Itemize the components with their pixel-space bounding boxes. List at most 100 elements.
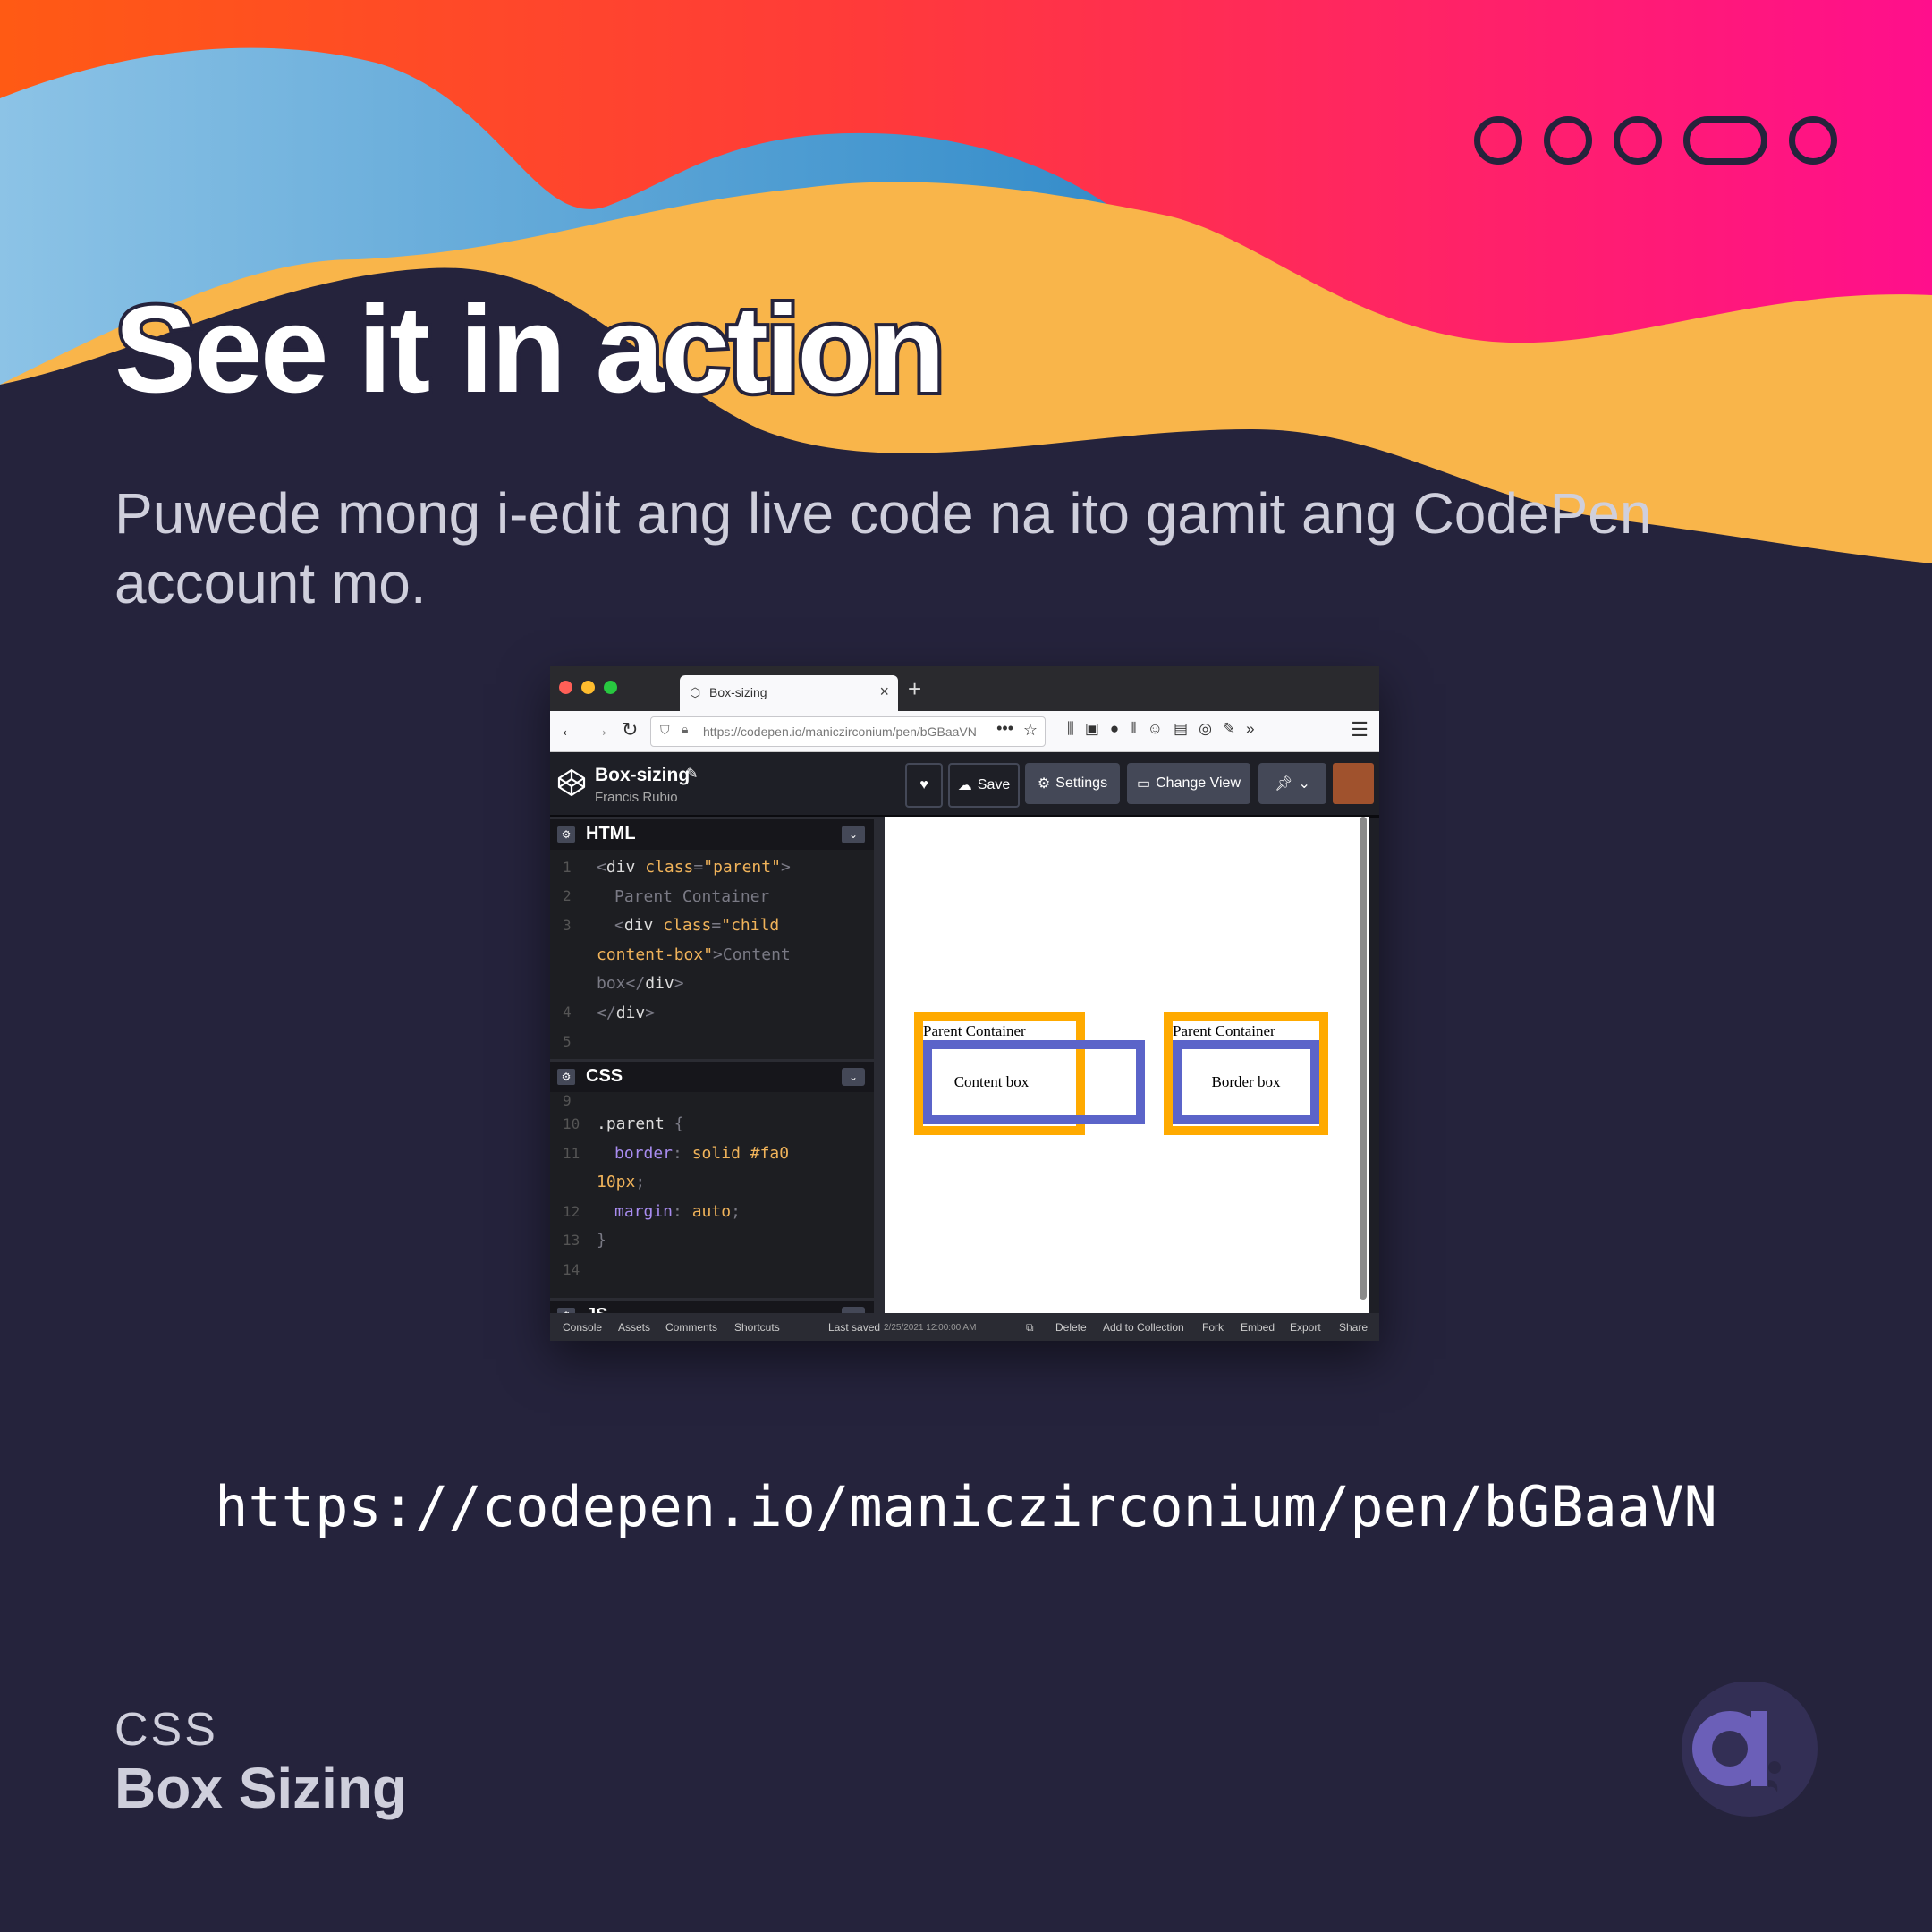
parent-label: Parent Container <box>1173 1022 1275 1039</box>
extension-icon[interactable]: ● <box>1110 720 1119 738</box>
parent-label: Parent Container <box>923 1022 1026 1039</box>
line-number: 2 <box>563 887 572 904</box>
css-code[interactable]: 9 10 11 12 13 14 .parent { border: solid… <box>550 1092 874 1298</box>
share-button[interactable]: Share <box>1339 1321 1368 1334</box>
reload-icon[interactable]: ↻ <box>622 718 638 741</box>
overflow-chevron-icon[interactable]: » <box>1246 720 1254 738</box>
settings-label: Settings <box>1055 775 1108 791</box>
result-preview[interactable]: Parent Container Content box Parent Cont… <box>885 817 1368 1313</box>
brand-logo-icon <box>1682 1682 1818 1817</box>
browser-tab[interactable]: ⬡ Box-sizing × <box>680 675 898 711</box>
line-number: 4 <box>563 1004 572 1021</box>
extension-icon[interactable]: ⦀ <box>1130 720 1136 738</box>
line-number: 12 <box>563 1203 580 1220</box>
slide-progress-dots <box>1474 116 1837 165</box>
open-external-icon[interactable]: ⧉ <box>1026 1321 1034 1335</box>
browser-tabbar: ⬡ Box-sizing × + <box>550 666 1379 711</box>
add-to-collection-button[interactable]: Add to Collection <box>1103 1321 1184 1334</box>
pen-title[interactable]: Box-sizing <box>595 765 690 786</box>
headline: See it in action <box>111 281 949 419</box>
child-label: Border box <box>1211 1073 1281 1090</box>
back-icon[interactable]: ← <box>559 718 579 741</box>
hamburger-menu-icon[interactable]: ☰ <box>1351 718 1368 741</box>
line-number: 10 <box>563 1115 580 1132</box>
tab-close-icon[interactable]: × <box>879 682 889 701</box>
console-button[interactable]: Console <box>563 1321 602 1334</box>
last-saved-time: 2/25/2021 12:00:00 AM <box>884 1323 977 1333</box>
line-number: 13 <box>563 1232 580 1249</box>
export-button[interactable]: Export <box>1290 1321 1321 1334</box>
new-tab-icon[interactable]: + <box>908 675 921 703</box>
subtext: Puwede mong i-edit ang live code na ito … <box>114 481 1652 615</box>
child-content-box: Content box <box>923 1040 1145 1124</box>
preview-scrollbar[interactable] <box>1360 817 1367 1300</box>
css-editor-header[interactable]: ⚙ CSS ⌄ <box>550 1059 874 1092</box>
slide-dot <box>1544 116 1592 165</box>
chevron-down-icon: ⌄ <box>1298 776 1310 792</box>
maximize-window-icon[interactable] <box>604 681 617 694</box>
extension-icon[interactable]: ◎ <box>1199 720 1212 738</box>
pin-button[interactable]: 📌︎ ⌄ <box>1258 763 1326 804</box>
browser-window: ⬡ Box-sizing × + ← → ↻ ⛉ 🔒︎ https://code… <box>550 666 1379 1341</box>
slide-dot <box>1614 116 1662 165</box>
line-number: 3 <box>563 917 572 934</box>
code-line: box</div> <box>597 974 684 993</box>
pin-icon: 📌︎ <box>1275 776 1293 792</box>
pen-author[interactable]: Francis Rubio <box>595 790 678 805</box>
change-view-button[interactable]: ▭ Change View <box>1127 763 1250 804</box>
collapse-chevron-icon[interactable]: ⌄ <box>842 826 865 843</box>
line-number: 5 <box>563 1033 572 1050</box>
last-saved-label: Last saved <box>828 1321 881 1334</box>
settings-button[interactable]: ⚙ Settings <box>1025 763 1120 804</box>
fork-button[interactable]: Fork <box>1202 1321 1224 1334</box>
html-editor-label: HTML <box>586 824 636 843</box>
heart-icon: ♥ <box>919 777 928 792</box>
html-code[interactable]: 1 2 3 4 5 <div class="parent"> Parent Co… <box>550 850 874 1059</box>
code-line: </div> <box>597 1003 656 1022</box>
editor-settings-icon[interactable]: ⚙ <box>557 826 575 843</box>
emoji-extension-icon[interactable]: ☺ <box>1148 720 1163 738</box>
slide-dot-active <box>1683 116 1767 165</box>
heart-button[interactable]: ♥ <box>905 763 943 808</box>
assets-button[interactable]: Assets <box>618 1321 650 1334</box>
gear-icon: ⚙ <box>1037 776 1051 792</box>
embed-button[interactable]: Embed <box>1241 1321 1275 1334</box>
save-button[interactable]: ☁ Save <box>948 763 1020 808</box>
close-window-icon[interactable] <box>559 681 572 694</box>
sidebar-icon[interactable]: ▣ <box>1085 720 1099 738</box>
extension-icon[interactable]: ✎ <box>1223 720 1235 738</box>
shield-icon: ⛉ <box>660 723 670 737</box>
collapse-chevron-icon[interactable]: ⌄ <box>842 1068 865 1086</box>
code-line: margin: auto; <box>614 1201 741 1221</box>
codepen-statusbar: Console Assets Comments Shortcuts Last s… <box>550 1313 1379 1341</box>
shortcuts-button[interactable]: Shortcuts <box>734 1321 780 1334</box>
comments-button[interactable]: Comments <box>665 1321 717 1334</box>
code-line: <div class="child <box>614 916 780 935</box>
slide-dot <box>1474 116 1522 165</box>
code-line: .parent { <box>597 1114 684 1133</box>
delete-button[interactable]: Delete <box>1055 1321 1087 1334</box>
editor-panels: ⚙ HTML ⌄ 1 2 3 4 5 <div class="parent"> … <box>550 817 885 1335</box>
minimize-window-icon[interactable] <box>581 681 595 694</box>
avatar[interactable] <box>1333 763 1374 804</box>
slide-dot <box>1789 116 1837 165</box>
forward-icon[interactable]: → <box>590 718 610 741</box>
html-editor-header[interactable]: ⚙ HTML ⌄ <box>550 817 874 850</box>
library-icon[interactable]: ⫼ <box>1067 720 1074 738</box>
view-icon: ▭ <box>1136 776 1151 792</box>
editor-settings-icon[interactable]: ⚙ <box>557 1069 575 1085</box>
pen-url: https://codepen.io/maniczirconium/pen/bG… <box>215 1474 1717 1539</box>
extension-icon[interactable]: ▤ <box>1174 720 1188 738</box>
address-bar[interactable]: ⛉ 🔒︎ https://codepen.io/maniczirconium/p… <box>650 716 1046 747</box>
line-number: 14 <box>563 1261 580 1278</box>
codepen-logo-icon[interactable] <box>557 768 586 797</box>
bookmark-star-icon[interactable]: ☆ <box>1023 721 1038 740</box>
edit-pencil-icon[interactable]: ✎ <box>686 765 698 783</box>
extension-toolbar: ⫼ ▣ ● ⦀ ☺ ▤ ◎ ✎ » <box>1067 720 1255 738</box>
code-line: <div class="parent"> <box>597 858 791 877</box>
code-line: border: solid #fa0 <box>614 1143 790 1163</box>
code-line: content-box">Content <box>597 945 791 964</box>
page-actions-icon[interactable]: ••• <box>996 719 1013 738</box>
line-number: 1 <box>563 859 572 876</box>
line-number: 11 <box>563 1145 580 1162</box>
